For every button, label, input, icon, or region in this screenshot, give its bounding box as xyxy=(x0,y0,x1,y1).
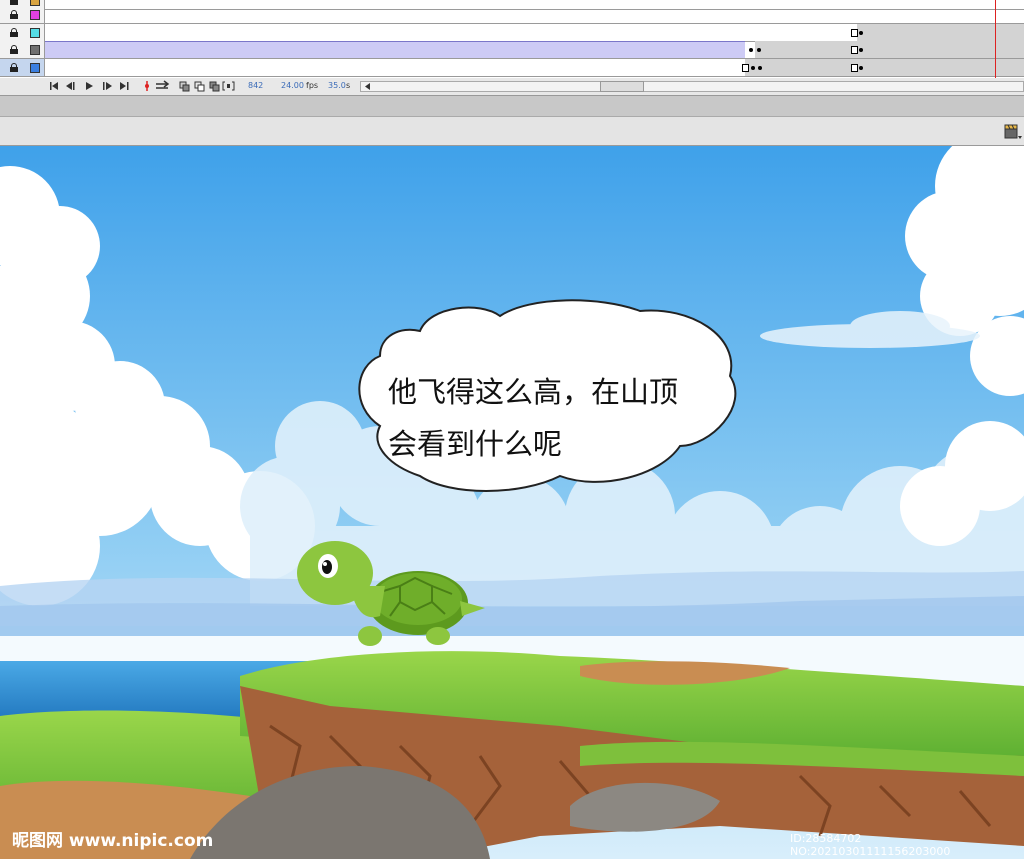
lock-icon[interactable] xyxy=(10,28,18,37)
scene-illustration xyxy=(0,146,1024,859)
lock-icon[interactable] xyxy=(10,0,18,5)
elapsed-time[interactable]: 35.0 xyxy=(328,80,346,92)
last-frame-icon[interactable] xyxy=(120,82,129,90)
keyframe-dot[interactable] xyxy=(749,48,753,52)
clapperboard-icon[interactable] xyxy=(1003,122,1023,142)
timeline-panel xyxy=(0,0,1024,80)
time-unit: s xyxy=(346,81,351,90)
lock-icon[interactable] xyxy=(10,63,18,72)
center-frame-icon[interactable] xyxy=(145,81,149,91)
speech-bubble-text: 他飞得这么高，在山顶 会看到什么呢 xyxy=(388,375,679,461)
timeline-controls: 842 24.00 fps 35.0 s xyxy=(0,78,1024,96)
layer-color-swatch[interactable] xyxy=(30,45,40,55)
lock-icon[interactable] xyxy=(10,45,18,54)
keyframe-empty[interactable] xyxy=(851,46,858,54)
keyframe-empty[interactable] xyxy=(742,64,749,72)
first-frame-icon[interactable] xyxy=(50,82,58,90)
motion-tween-span[interactable] xyxy=(45,41,745,58)
playhead[interactable] xyxy=(995,0,996,80)
horizon-haze xyxy=(0,571,1024,646)
layer-row[interactable] xyxy=(0,24,1024,42)
layer-color-swatch[interactable] xyxy=(30,63,40,73)
layer-frames[interactable] xyxy=(45,59,1024,76)
layer-header[interactable] xyxy=(0,6,45,23)
prev-frame-icon[interactable] xyxy=(66,82,75,90)
modify-markers-icon[interactable] xyxy=(222,81,235,91)
keyframe-dot[interactable] xyxy=(859,31,863,35)
frame-span xyxy=(745,59,1024,76)
layer-row-selected[interactable] xyxy=(0,59,1024,77)
layer-header[interactable] xyxy=(0,41,45,58)
scroll-left-icon[interactable] xyxy=(363,82,373,91)
play-icon[interactable] xyxy=(86,82,93,90)
keyframe-dot[interactable] xyxy=(751,66,755,70)
lock-icon[interactable] xyxy=(10,10,18,19)
next-frame-icon[interactable] xyxy=(103,82,112,90)
layer-color-swatch[interactable] xyxy=(30,28,40,38)
layer-row[interactable] xyxy=(0,41,1024,59)
timeline-scrollbar[interactable] xyxy=(360,81,1024,92)
fps-unit: fps xyxy=(306,81,319,90)
current-frame[interactable]: 842 xyxy=(248,80,263,92)
onion-outline-icon[interactable] xyxy=(194,81,205,92)
edit-multiple-icon[interactable] xyxy=(209,81,220,92)
watermark-logo-text: 昵图网 www.nipic.com xyxy=(12,831,214,851)
edit-bar xyxy=(0,117,1024,146)
onion-skin-icon[interactable] xyxy=(179,81,190,92)
layer-header[interactable] xyxy=(0,24,45,41)
keyframe-dot[interactable] xyxy=(758,66,762,70)
layer-frames[interactable] xyxy=(45,24,1024,41)
loop-icon[interactable] xyxy=(156,80,170,89)
keyframe-dot[interactable] xyxy=(757,48,761,52)
layer-color-swatch[interactable] xyxy=(30,10,40,20)
layer-row[interactable] xyxy=(0,6,1024,24)
frame-span xyxy=(755,41,1024,58)
fps-value[interactable]: 24.00 xyxy=(281,80,304,92)
layer-header[interactable] xyxy=(0,59,45,76)
keyframe-empty[interactable] xyxy=(851,29,858,37)
stage-canvas[interactable]: 他飞得这么高，在山顶 会看到什么呢 昵图网 www.nipic.com ID:2… xyxy=(0,146,1024,859)
keyframe-dot[interactable] xyxy=(859,66,863,70)
layer-frames[interactable] xyxy=(45,41,1024,58)
panel-divider[interactable] xyxy=(0,96,1024,117)
scrollbar-thumb[interactable] xyxy=(600,81,644,92)
keyframe-dot[interactable] xyxy=(859,48,863,52)
watermark-id: ID:28584702 NO:20210301111156203000 xyxy=(790,832,951,858)
frame-span xyxy=(857,24,1024,41)
layer-frames[interactable] xyxy=(45,6,1024,23)
keyframe-empty[interactable] xyxy=(851,64,858,72)
